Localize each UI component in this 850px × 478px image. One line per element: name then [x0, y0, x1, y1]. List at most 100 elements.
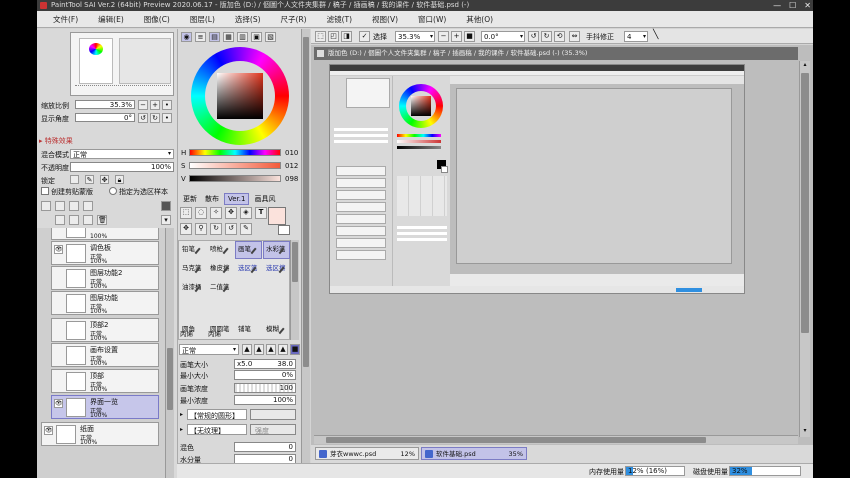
tool-panel-scrollbar-thumb[interactable]	[303, 37, 309, 367]
stabilizer-select[interactable]: 4 ▾	[624, 31, 648, 42]
layer-item[interactable]: 顶部2 正常 100%	[51, 318, 159, 342]
rgb-slider-tab-icon[interactable]: ≡	[195, 32, 206, 42]
copy-layer-icon[interactable]	[83, 215, 93, 225]
rotate-reset-button[interactable]: •	[162, 113, 172, 123]
hand-icon[interactable]: ✥	[180, 223, 192, 235]
lasso-icon[interactable]: ◌	[195, 207, 207, 219]
rotate-reset-toolbar-button[interactable]: ⟲	[554, 31, 565, 42]
mixer-tab-icon[interactable]: ▦	[223, 32, 234, 42]
brush-shape-select[interactable]: 【常规的圆形】	[187, 409, 247, 420]
lock-brush-icon[interactable]: ✎	[85, 175, 94, 184]
document-canvas[interactable]	[329, 64, 745, 294]
tool-paint[interactable]: 铺笔	[235, 321, 262, 339]
shape-icon[interactable]: ◈	[240, 207, 252, 219]
menu-filter[interactable]: 滤镜(T)	[317, 14, 362, 25]
tool-airbrush[interactable]: 喷枪	[207, 241, 234, 259]
sub-color-swatch[interactable]	[278, 225, 290, 235]
color-wheel-tab-icon[interactable]: ◉	[181, 32, 192, 42]
zoom-tool-icon[interactable]: ⚲	[195, 223, 207, 235]
tool-acrylic-1[interactable]: 丙烯	[180, 328, 193, 338]
tool-select-pen[interactable]: 选区笔	[235, 260, 262, 278]
lock-pixels-icon[interactable]	[70, 175, 79, 184]
minimize-button[interactable]: —	[773, 1, 781, 10]
tool-blur[interactable]: 模糊	[263, 321, 290, 339]
sv-square[interactable]	[217, 73, 263, 119]
zoom-select[interactable]: 35.3% ▾	[395, 31, 435, 42]
brush-shape-strength[interactable]	[250, 409, 296, 420]
opacity-slider[interactable]: 100%	[70, 162, 174, 172]
layer-item[interactable]: 图层功能2 正常 100%	[51, 266, 159, 290]
flip-horizontal-button[interactable]: ⇔	[569, 31, 580, 42]
tool-bucket[interactable]: 油漆桶	[179, 279, 206, 297]
value-slider[interactable]	[189, 175, 281, 182]
scroll-down-icon[interactable]: ▾	[801, 427, 809, 435]
min-size-slider[interactable]: 0%	[234, 370, 296, 380]
rotate-ccw-button[interactable]: ↺	[528, 31, 539, 42]
saturation-slider[interactable]	[189, 162, 281, 169]
document-tab[interactable]: 芽衣wwwc.psd 12%	[315, 447, 419, 460]
toolbar-zoom-out-button[interactable]: −	[438, 31, 449, 42]
magic-wand-icon[interactable]: ✧	[210, 207, 222, 219]
delete-layer-icon[interactable]: 🗑︎	[97, 215, 107, 225]
menu-other[interactable]: 其他(O)	[456, 14, 503, 25]
layer-color-icon[interactable]	[161, 201, 171, 211]
invert-select-icon[interactable]: ◨	[341, 31, 352, 42]
deselect-icon[interactable]: ◰	[328, 31, 339, 42]
rotate-tool-icon[interactable]: ↻	[210, 223, 222, 235]
menu-edit[interactable]: 编辑(E)	[88, 14, 134, 25]
new-layer-icon[interactable]	[41, 201, 51, 211]
layer-item[interactable]: 画布设置 正常 100%	[51, 343, 159, 367]
zoom-slider[interactable]: 35.3%	[75, 100, 135, 109]
expand-icon[interactable]: ▸	[180, 411, 183, 418]
visibility-eye-icon[interactable]: 👁︎	[54, 399, 63, 408]
layer-item[interactable]: 顶部 正常 100%	[51, 369, 159, 393]
visibility-eye-icon[interactable]: 👁︎	[54, 245, 63, 254]
rotation-select[interactable]: 0.0° ▾	[481, 31, 525, 42]
show-selection-checkbox[interactable]: ✓	[359, 31, 370, 42]
zoom-out-button[interactable]: −	[138, 100, 148, 110]
hue-slider[interactable]	[189, 149, 281, 156]
canvas-horizontal-scrollbar[interactable]	[314, 435, 798, 444]
new-set-icon[interactable]	[55, 201, 65, 211]
close-button[interactable]: ✕	[804, 1, 811, 10]
rotate-cw-button[interactable]: ↻	[541, 31, 552, 42]
select-all-icon[interactable]: ⬚	[315, 31, 326, 42]
brush-tip-5-icon[interactable]: ■	[290, 344, 300, 355]
brush-tip-1-icon[interactable]: ▲	[242, 344, 252, 355]
brush-size-slider[interactable]: x5.0 38.0	[234, 359, 296, 369]
zoom-in-button[interactable]: +	[150, 100, 160, 110]
tool-grid-scrollbar[interactable]	[290, 240, 299, 340]
brush-tip-3-icon[interactable]: ▲	[266, 344, 276, 355]
menu-view[interactable]: 视图(V)	[362, 14, 408, 25]
tool-brush[interactable]: 画笔	[235, 241, 262, 259]
min-density-slider[interactable]: 100%	[234, 395, 296, 405]
brush-mode-select[interactable]: 正常 ▾	[179, 344, 239, 355]
clear-layer-icon[interactable]	[69, 215, 79, 225]
menu-image[interactable]: 图像(C)	[134, 14, 180, 25]
merge-down-icon[interactable]	[55, 215, 65, 225]
layer-menu-icon[interactable]: ▾	[161, 215, 171, 225]
menu-file[interactable]: 文件(F)	[43, 14, 88, 25]
angle-slider[interactable]: 0°	[75, 113, 135, 122]
rotate-right-button[interactable]: ↻	[150, 113, 160, 123]
expand-icon[interactable]: ▸	[180, 426, 183, 433]
lock-alpha-icon[interactable]: 🔒︎	[115, 175, 124, 184]
toolbar-zoom-fit-button[interactable]: ■	[464, 31, 475, 42]
scroll-up-icon[interactable]: ▴	[801, 61, 809, 69]
tool-marker[interactable]: 马克笔	[179, 260, 206, 278]
menu-layer[interactable]: 图层(L)	[180, 14, 225, 25]
navigator-preview[interactable]	[70, 32, 174, 96]
layer-item[interactable]: 图层功能 正常 100%	[51, 291, 159, 315]
density-slider[interactable]: 100	[234, 383, 296, 393]
tool-eraser[interactable]: 橡皮擦	[207, 260, 234, 278]
canvas-vertical-scrollbar-thumb[interactable]	[801, 73, 809, 333]
canvas-horizontal-scrollbar-thumb[interactable]	[326, 437, 706, 443]
layer-item[interactable]: 100%	[51, 228, 159, 240]
texture-strength-slider[interactable]: 强度	[250, 424, 296, 435]
tool-acrylic-2[interactable]: 丙烯	[208, 328, 221, 338]
blend-slider[interactable]: 0	[234, 442, 296, 452]
clip-checkbox[interactable]	[41, 187, 49, 195]
rotate-ccw-icon[interactable]: ↺	[225, 223, 237, 235]
tool-tab[interactable]: 更新	[180, 193, 200, 205]
hsv-slider-tab-icon[interactable]: ▤	[209, 32, 220, 42]
